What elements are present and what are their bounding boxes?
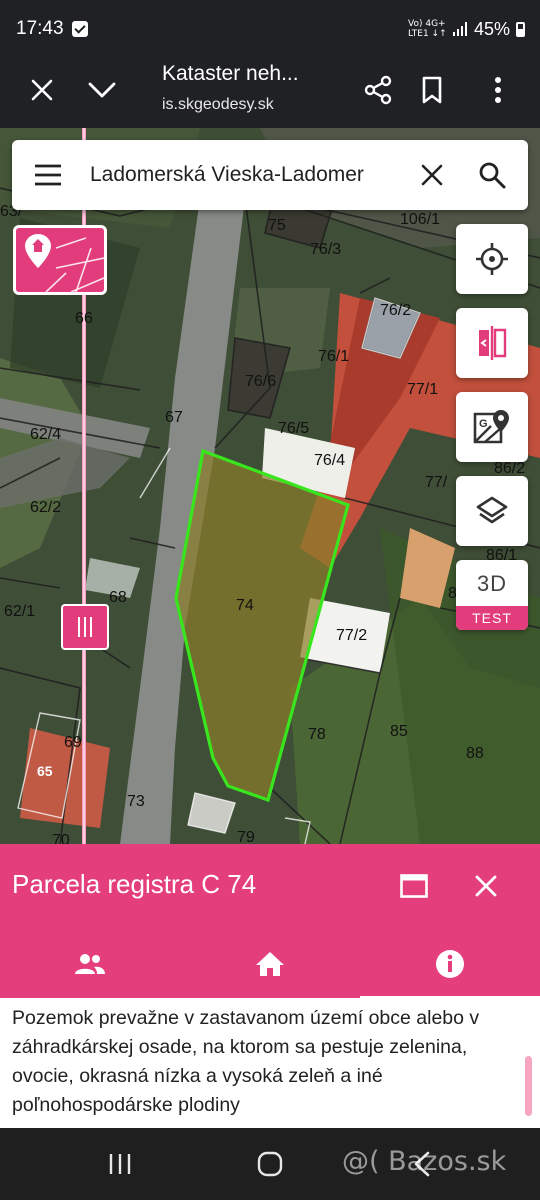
home-icon xyxy=(256,952,284,976)
parcel-label: 76/2 xyxy=(380,302,411,319)
parcel-label: 75 xyxy=(268,217,286,234)
more-vert-icon[interactable] xyxy=(476,68,520,112)
tab-info[interactable] xyxy=(360,942,540,986)
panel-scrollbar[interactable] xyxy=(525,1056,532,1116)
parcel-label: 85 xyxy=(390,723,408,740)
parcel-label: 73 xyxy=(127,793,145,810)
parcel-label: 77/2 xyxy=(336,627,367,644)
clear-search-icon[interactable] xyxy=(410,153,454,197)
watermark: @( Bazos.sk xyxy=(342,1146,507,1177)
tab-owners[interactable] xyxy=(0,942,180,986)
3d-view-button[interactable]: 3D TEST xyxy=(456,560,528,630)
battery-percent: 45% xyxy=(474,19,511,39)
map-search-bar[interactable]: Ladomerská Vieska-Ladomer xyxy=(12,140,528,210)
test-badge: TEST xyxy=(456,606,528,630)
parcel-title: Parcela registra C 74 xyxy=(12,869,257,899)
battery-icon xyxy=(516,22,525,37)
parcel-label: 76/5 xyxy=(278,420,309,437)
parcel-label: 76/1 xyxy=(318,348,349,365)
recent-apps-icon[interactable] xyxy=(98,1142,142,1186)
close-panel-icon[interactable] xyxy=(464,864,508,908)
parcel-label: 69 xyxy=(64,734,82,751)
chevron-down-icon[interactable] xyxy=(80,68,124,112)
google-maps-button[interactable]: G xyxy=(456,392,528,462)
signal-icon xyxy=(453,22,467,36)
network-line-2: LTE1 ↓↑ xyxy=(408,29,447,39)
parcel-label: 106/1 xyxy=(400,211,440,228)
browser-toolbar: Kataster neh... is.skgeodesy.sk xyxy=(0,60,540,128)
map-layer-thumbnail[interactable] xyxy=(13,225,107,295)
map-scale-handle[interactable] xyxy=(61,604,109,650)
parcel-label: 86/2 xyxy=(494,460,525,477)
parcel-label: 78 xyxy=(308,726,326,743)
parcel-label: 62/2 xyxy=(30,499,61,516)
page-url[interactable]: is.skgeodesy.sk xyxy=(162,96,274,114)
menu-icon[interactable] xyxy=(26,153,70,197)
close-icon[interactable] xyxy=(20,68,64,112)
compare-icon xyxy=(479,326,507,360)
search-input[interactable]: Ladomerská Vieska-Ladomer xyxy=(90,163,364,187)
tab-buildings[interactable] xyxy=(180,942,360,986)
my-location-button[interactable] xyxy=(456,224,528,294)
svg-text:G: G xyxy=(479,418,488,430)
status-time: 17:43 xyxy=(16,18,64,39)
parcel-label: 76/6 xyxy=(245,373,276,390)
parcel-panel-header: Parcela registra C 74 xyxy=(0,844,540,999)
network-indicator: Vo) 4G+ LTE1 ↓↑ xyxy=(408,19,447,39)
home-button-icon[interactable] xyxy=(248,1142,292,1186)
parcel-label: 77/ xyxy=(425,474,448,491)
parcel-label: 62/1 xyxy=(4,603,35,620)
cadastre-layer-icon xyxy=(25,234,104,292)
layers-icon xyxy=(476,496,508,524)
parcel-label: 77/1 xyxy=(407,381,438,398)
info-icon xyxy=(436,950,464,978)
cadastral-map[interactable]: 63/75 76/3 106/1 66 76/2 76/1 76/6 77/1 67 62/4 76… xyxy=(0,128,540,844)
network-line-1: Vo) 4G+ xyxy=(408,19,446,29)
gps-crosshair-icon xyxy=(476,243,508,275)
3d-label: 3D xyxy=(476,571,508,596)
parcel-label: 79 xyxy=(237,829,255,844)
share-icon[interactable] xyxy=(356,68,400,112)
compare-maps-button[interactable] xyxy=(456,308,528,378)
status-bar: 17:43 Vo) 4G+ LTE1 ↓↑ 45% xyxy=(0,0,540,60)
parcel-description: Pozemok prevažne v zastavanom území obce… xyxy=(12,1007,480,1116)
parcel-label: 68 xyxy=(109,589,127,606)
parcel-label: 70 xyxy=(52,832,70,844)
parcel-label: 76/4 xyxy=(314,452,345,469)
people-icon xyxy=(75,954,105,974)
parcel-label: 76/3 xyxy=(310,241,341,258)
system-nav-bar: @( Bazos.sk xyxy=(0,1128,540,1200)
parcel-panel-body: Pozemok prevažne v zastavanom území obce… xyxy=(0,998,540,1128)
page-title: Kataster neh... xyxy=(162,62,299,85)
parcel-label: 66 xyxy=(75,310,93,327)
layers-button[interactable] xyxy=(456,476,528,546)
google-map-pin-icon: G xyxy=(473,410,509,444)
parcel-label: 74 xyxy=(236,597,254,614)
notification-check-icon xyxy=(72,21,88,37)
parcel-label: 88 xyxy=(466,745,484,762)
grip-icon xyxy=(78,617,92,637)
parcel-label: 67 xyxy=(165,409,183,426)
parcel-label: 65 xyxy=(37,763,53,779)
maximize-icon[interactable] xyxy=(392,864,436,908)
bookmark-icon[interactable] xyxy=(410,68,454,112)
search-icon[interactable] xyxy=(470,153,514,197)
parcel-label: 62/4 xyxy=(30,426,61,443)
